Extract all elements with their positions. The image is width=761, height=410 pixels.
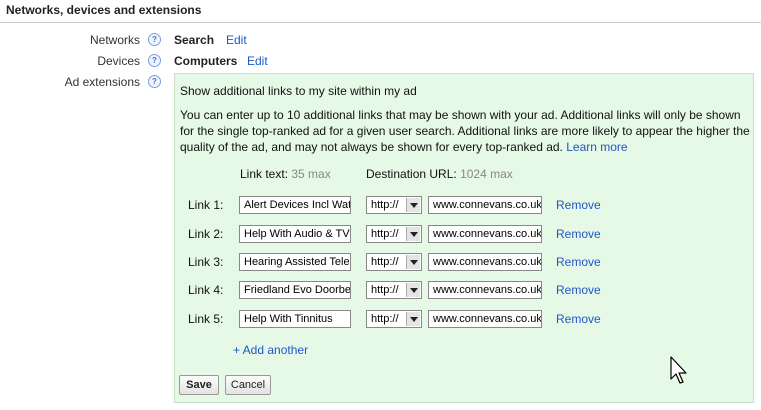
description-text: You can enter up to 10 additional links … bbox=[180, 108, 750, 154]
divider bbox=[0, 22, 761, 23]
dest-url-max: 1024 max bbox=[460, 167, 513, 181]
sitelinks-checkbox-text[interactable]: Show additional links to my site within … bbox=[180, 84, 417, 98]
protocol-value: http:// bbox=[371, 256, 399, 268]
dropdown-arrow-icon[interactable] bbox=[406, 312, 420, 326]
protocol-select[interactable]: http:// bbox=[366, 310, 422, 328]
link-label: Link 4: bbox=[188, 283, 224, 297]
ad-extensions-label: Ad extensions bbox=[64, 75, 140, 89]
link-text-input[interactable]: Hearing Assisted Tele bbox=[239, 253, 351, 271]
devices-value: Computers bbox=[174, 54, 238, 68]
dest-url-header-label: Destination URL: bbox=[366, 167, 457, 181]
link-text-header: Link text: 35 max bbox=[240, 167, 331, 181]
destination-url-input[interactable]: www.connevans.co.uk/ bbox=[428, 281, 542, 299]
dropdown-arrow-icon[interactable] bbox=[406, 255, 420, 269]
remove-link-button[interactable]: Remove bbox=[556, 255, 601, 269]
link-label: Link 1: bbox=[188, 198, 224, 212]
destination-url-input[interactable]: www.connevans.co.uk/ bbox=[428, 310, 542, 328]
protocol-select[interactable]: http:// bbox=[366, 196, 422, 214]
networks-value: Search bbox=[174, 33, 215, 47]
destination-url-input[interactable]: www.connevans.co.uk/ bbox=[428, 225, 542, 243]
link-label: Link 5: bbox=[188, 312, 224, 326]
networks-label: Networks bbox=[89, 33, 140, 47]
dropdown-arrow-icon[interactable] bbox=[406, 283, 420, 297]
remove-link-button[interactable]: Remove bbox=[556, 283, 601, 297]
devices-label: Devices bbox=[97, 54, 140, 68]
sitelinks-description: You can enter up to 10 additional links … bbox=[180, 107, 750, 155]
protocol-value: http:// bbox=[371, 313, 399, 325]
help-icon[interactable]: ? bbox=[148, 54, 161, 67]
link-text-input[interactable]: Friedland Evo Doorbe bbox=[239, 281, 351, 299]
dropdown-arrow-icon[interactable] bbox=[406, 227, 420, 241]
link-text-max: 35 max bbox=[291, 167, 331, 181]
protocol-select[interactable]: http:// bbox=[366, 253, 422, 271]
protocol-value: http:// bbox=[371, 199, 399, 211]
section-title: Networks, devices and extensions bbox=[6, 3, 202, 17]
help-icon[interactable]: ? bbox=[148, 33, 161, 46]
help-icon[interactable]: ? bbox=[148, 75, 161, 88]
link-text-input[interactable]: Help With Audio & TV bbox=[239, 225, 351, 243]
dropdown-arrow-icon[interactable] bbox=[406, 198, 420, 212]
link-text-header-label: Link text: bbox=[240, 167, 289, 181]
dest-url-header: Destination URL: 1024 max bbox=[366, 167, 513, 181]
destination-url-input[interactable]: www.connevans.co.uk/ bbox=[428, 253, 542, 271]
link-text-input[interactable]: Help With Tinnitus bbox=[239, 310, 351, 328]
protocol-value: http:// bbox=[371, 284, 399, 296]
link-text-input[interactable]: Alert Devices Incl Wat bbox=[239, 196, 351, 214]
protocol-select[interactable]: http:// bbox=[366, 281, 422, 299]
remove-link-button[interactable]: Remove bbox=[556, 198, 601, 212]
protocol-select[interactable]: http:// bbox=[366, 225, 422, 243]
add-another-link[interactable]: + Add another bbox=[233, 343, 308, 357]
remove-link-button[interactable]: Remove bbox=[556, 312, 601, 326]
mouse-pointer-icon bbox=[670, 356, 687, 384]
link-label: Link 2: bbox=[188, 227, 224, 241]
protocol-value: http:// bbox=[371, 228, 399, 240]
edit-devices-link[interactable]: Edit bbox=[247, 54, 268, 68]
destination-url-input[interactable]: www.connevans.co.uk/ bbox=[428, 196, 542, 214]
link-label: Link 3: bbox=[188, 255, 224, 269]
save-button[interactable]: Save bbox=[179, 375, 219, 395]
remove-link-button[interactable]: Remove bbox=[556, 227, 601, 241]
learn-more-link[interactable]: Learn more bbox=[566, 140, 627, 154]
cancel-button[interactable]: Cancel bbox=[225, 375, 271, 395]
edit-networks-link[interactable]: Edit bbox=[226, 33, 247, 47]
